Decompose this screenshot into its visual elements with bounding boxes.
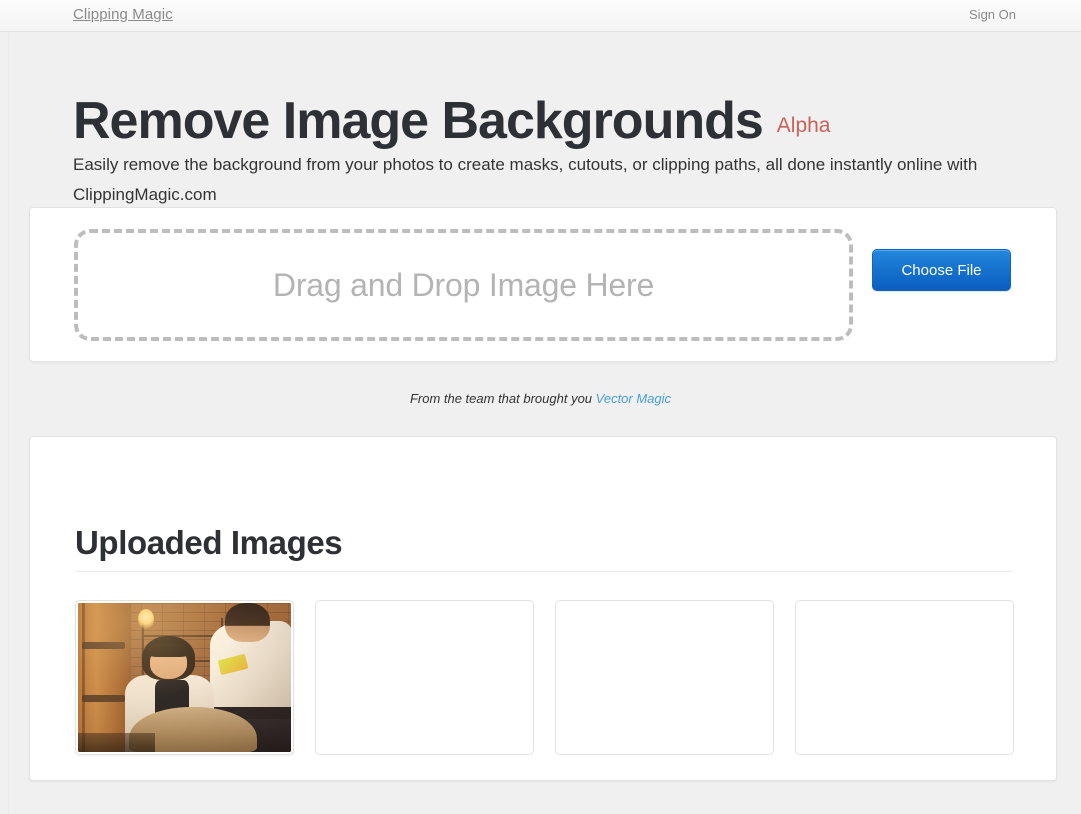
sign-on-link[interactable]: Sign On (969, 7, 1016, 22)
uploaded-images-grid (75, 600, 1035, 757)
section-divider (75, 571, 1013, 572)
uploaded-images-card: Uploaded Images (29, 436, 1057, 781)
top-navigation-bar: Clipping Magic Sign On (0, 0, 1081, 32)
empty-thumbnail-slot[interactable] (795, 600, 1014, 755)
page-title: Remove Image Backgrounds Alpha (73, 95, 831, 147)
uploaded-images-title: Uploaded Images (75, 526, 342, 559)
vector-magic-link[interactable]: Vector Magic (596, 391, 671, 406)
left-gutter (0, 33, 9, 814)
drag-and-drop-zone[interactable]: Drag and Drop Image Here (74, 229, 853, 341)
team-tagline: From the team that brought you Vector Ma… (0, 391, 1081, 406)
page-body: Remove Image Backgrounds Alpha Easily rem… (0, 33, 1081, 814)
upload-card: Drag and Drop Image Here Choose File (29, 207, 1057, 362)
drag-and-drop-label: Drag and Drop Image Here (273, 267, 654, 304)
empty-thumbnail-slot[interactable] (555, 600, 774, 755)
page-subtitle: Easily remove the background from your p… (73, 150, 1018, 211)
uploaded-image-thumbnail[interactable] (75, 600, 294, 755)
choose-file-button[interactable]: Choose File (872, 249, 1011, 291)
top-navigation-inner: Clipping Magic Sign On (0, 0, 1081, 32)
team-tagline-prefix: From the team that brought you (410, 391, 596, 406)
alpha-badge: Alpha (777, 114, 831, 137)
thumbnail-photo (78, 603, 291, 752)
empty-thumbnail-slot[interactable] (315, 600, 534, 755)
page-title-text: Remove Image Backgrounds (73, 92, 763, 150)
brand-logo-link[interactable]: Clipping Magic (73, 6, 173, 23)
photo-warm-light-overlay (78, 603, 291, 752)
